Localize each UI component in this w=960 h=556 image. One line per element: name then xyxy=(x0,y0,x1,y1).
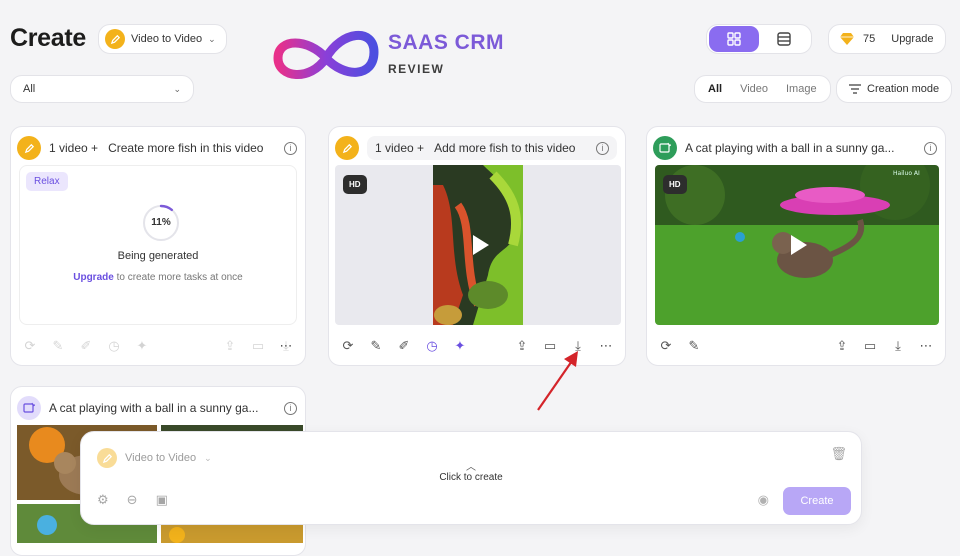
folder-icon[interactable]: ▭ xyxy=(249,337,267,355)
tab-image[interactable]: Image xyxy=(777,78,826,100)
chevron-down-icon: ⌄ xyxy=(208,33,216,44)
chevron-down-icon: ⌄ xyxy=(204,452,212,463)
info-icon[interactable]: i xyxy=(596,141,609,155)
video-count: 1 video + xyxy=(49,141,99,155)
pen-icon xyxy=(335,136,359,160)
info-icon[interactable]: i xyxy=(284,141,297,155)
eye-icon[interactable]: ◉ xyxy=(758,492,769,508)
more-icon[interactable]: ⋯ xyxy=(917,337,935,355)
info-icon[interactable]: i xyxy=(284,401,297,415)
pen-icon[interactable]: ✐ xyxy=(77,337,95,355)
upgrade-hint: Upgrade to create more tasks at once xyxy=(73,272,243,283)
sliders-icon[interactable]: ⚙ xyxy=(97,492,109,508)
edit-icon[interactable]: ✎ xyxy=(49,337,67,355)
logo-title: SAAS CRM xyxy=(388,31,505,54)
mode-dropdown-label: Video to Video xyxy=(131,33,203,45)
creation-mode-label: Creation mode xyxy=(867,83,940,95)
edit-icon[interactable]: ✎ xyxy=(367,337,385,355)
click-to-create[interactable]: ︿ Click to create xyxy=(81,462,861,484)
mode-dropdown[interactable]: Video to Video ⌄ xyxy=(98,24,227,54)
timer-icon[interactable]: ◷ xyxy=(105,337,123,355)
video-preview[interactable]: HD xyxy=(335,165,621,325)
grid-view-button[interactable] xyxy=(709,26,759,52)
credits-pill[interactable]: 75 Upgrade xyxy=(828,24,947,54)
timer-icon[interactable]: ◷ xyxy=(423,337,441,355)
regenerate-icon[interactable]: ⟳ xyxy=(339,337,357,355)
watermark: Hailuo AI xyxy=(893,170,920,177)
filter-dropdown[interactable]: All ⌄ xyxy=(10,75,194,103)
task-card-fish-video[interactable]: 1 video + Add more fish to this video i … xyxy=(328,126,626,366)
folder-icon[interactable]: ▭ xyxy=(861,337,879,355)
card-prompt: A cat playing with a ball in a sunny ga.… xyxy=(685,141,895,155)
list-view-button[interactable] xyxy=(759,26,809,52)
task-card-generating[interactable]: 1 video + Create more fish in this video… xyxy=(10,126,306,366)
list-icon xyxy=(777,32,791,46)
hd-badge: HD xyxy=(343,175,367,194)
sparkle-image-icon xyxy=(653,136,677,160)
pin-icon[interactable]: ✦ xyxy=(451,337,469,355)
pin-icon[interactable]: ✦ xyxy=(133,337,151,355)
card-prompt: Add more fish to this video xyxy=(434,141,576,155)
diamond-icon xyxy=(840,33,854,45)
generation-status: Being generated xyxy=(117,250,199,262)
logo-subtitle: REVIEW xyxy=(388,62,445,76)
play-icon[interactable] xyxy=(791,235,807,255)
upload-icon[interactable]: ⇪ xyxy=(221,337,239,355)
media-filter-tabs: All Video Image xyxy=(694,75,831,103)
trash-icon[interactable]: 🗑 xyxy=(830,446,847,462)
tab-all[interactable]: All xyxy=(699,78,731,100)
hd-badge: HD xyxy=(663,175,687,194)
upload-icon[interactable]: ⇪ xyxy=(833,337,851,355)
edit-icon[interactable]: ✎ xyxy=(685,337,703,355)
prompt-mode-label: Video to Video xyxy=(125,452,197,464)
regenerate-icon[interactable]: ⟳ xyxy=(21,337,39,355)
create-button[interactable]: Create xyxy=(783,487,851,515)
credits-count: 75 xyxy=(863,33,876,45)
download-icon[interactable]: ⤓ xyxy=(889,337,907,355)
regenerate-icon[interactable]: ⟳ xyxy=(657,337,675,355)
prompt-bar[interactable]: Video to Video ⌄ 🗑 ︿ Click to create ⚙ ⊖… xyxy=(80,431,862,525)
play-icon[interactable] xyxy=(473,235,489,255)
filter-lines-icon xyxy=(849,84,861,94)
creation-mode-button[interactable]: Creation mode xyxy=(836,75,953,103)
progress-percent: 11% xyxy=(151,217,171,228)
upload-icon[interactable]: ⇪ xyxy=(513,337,531,355)
info-icon[interactable]: i xyxy=(924,141,937,155)
minus-circle-icon[interactable]: ⊖ xyxy=(127,492,138,508)
more-icon[interactable]: ⋯ xyxy=(597,337,615,355)
sparkle-image-icon xyxy=(17,396,41,420)
annotation-arrow-icon xyxy=(537,351,578,411)
video-count: 1 video + xyxy=(375,141,425,155)
pen-icon xyxy=(17,136,41,160)
chevron-up-icon: ︿ xyxy=(466,462,476,473)
video-preview[interactable]: Hailuo AI HD xyxy=(655,165,939,325)
card-prompt: A cat playing with a ball in a sunny ga.… xyxy=(49,401,259,415)
pen-icon xyxy=(105,29,125,49)
tab-video[interactable]: Video xyxy=(731,78,777,100)
chevron-down-icon: ⌄ xyxy=(173,83,181,94)
more-icon[interactable]: ⋯ xyxy=(277,337,295,355)
page-title: Create xyxy=(10,24,87,52)
task-card-cat-video[interactable]: A cat playing with a ball in a sunny ga.… xyxy=(646,126,946,366)
card-prompt: Create more fish in this video xyxy=(108,141,264,155)
pen-icon[interactable]: ✐ xyxy=(395,337,413,355)
upgrade-button[interactable]: Upgrade xyxy=(891,33,933,45)
view-toggle xyxy=(706,24,812,54)
click-to-create-label: Click to create xyxy=(439,472,503,483)
filter-dropdown-value: All xyxy=(23,83,36,95)
grid-icon xyxy=(727,32,741,46)
upgrade-link[interactable]: Upgrade xyxy=(73,272,114,283)
relax-badge: Relax xyxy=(26,172,68,191)
aspect-ratio-icon[interactable]: ▣ xyxy=(156,492,168,508)
